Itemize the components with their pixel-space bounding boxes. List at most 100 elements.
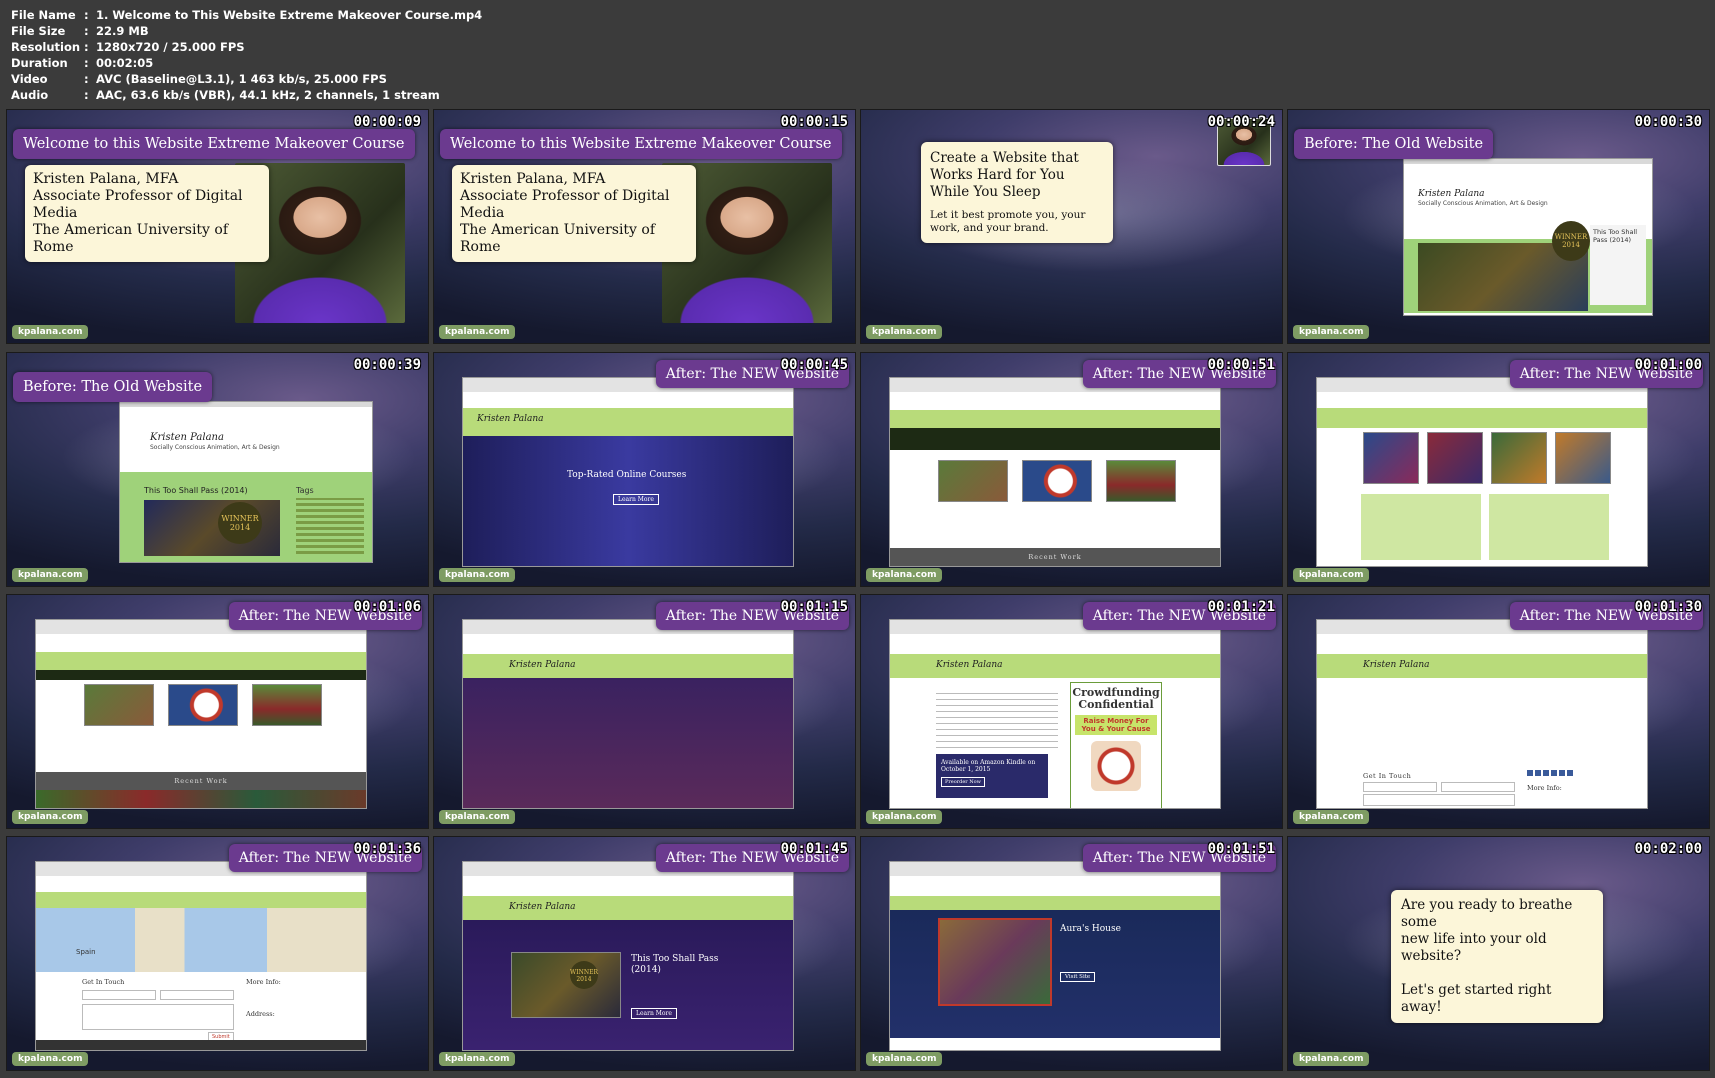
website-screenshot: Kristen Palana Socially Conscious Animat… [119,401,373,563]
project-image[interactable] [938,918,1052,1006]
timestamp: 00:01:15 [780,599,848,615]
watermark: kpalana.com [1293,325,1370,339]
thumbnail-grid: Welcome to this Website Extreme Makeover… [6,109,1710,1072]
frame-thumbnail[interactable]: Welcome to this Website Extreme Makeover… [6,109,429,344]
frame-thumbnail[interactable]: Recent Work After: The NEW Website 00:01… [6,594,429,829]
timestamp: 00:01:21 [1207,599,1275,615]
frame-thumbnail[interactable]: After: The NEW Website 00:01:00 kpalana.… [1287,352,1710,587]
info-row: Duration:00:02:05 [11,56,154,70]
watermark: kpalana.com [866,568,943,582]
site-subtitle: Socially Conscious Animation, Art & Desi… [150,444,280,451]
timestamp: 00:01:30 [1634,599,1702,615]
award-laurel: WINNER 2014 [570,961,598,989]
testimonial-card [1361,494,1481,560]
tag-cloud [296,498,364,554]
work-thumbnail[interactable] [938,460,1008,502]
frame-thumbnail[interactable]: Aura's House Visit Site After: The NEW W… [860,836,1283,1071]
contact-heading: Get In Touch [1363,772,1412,780]
promo-box: Available on Amazon Kindle on October 1,… [936,754,1048,798]
hero-title: Top-Rated Online Courses [567,470,687,480]
closing-card: Are you ready to breathe some new life i… [1391,890,1603,1023]
site-title: Kristen Palana [936,660,1003,670]
work-thumbnail[interactable] [1106,460,1176,502]
timestamp: 00:00:15 [780,114,848,130]
website-screenshot: Kristen Palana Get In Touch More Info: [1316,619,1648,809]
watermark: kpalana.com [12,568,89,582]
post-title: This Too Shall Pass (2014) [144,486,248,495]
timestamp: 00:02:00 [1634,841,1702,857]
site-subtitle: Socially Conscious Animation, Art & Desi… [1418,200,1548,207]
location-map[interactable] [36,908,366,972]
info-row: File Name:1. Welcome to This Website Ext… [11,8,483,22]
website-screenshot: Kristen Palana Socially Conscious Animat… [1403,158,1653,316]
website-screenshot: Recent Work [889,377,1221,567]
hero-section [463,678,793,808]
info-row: Audio: AAC, 63.6 kb/s (VBR), 44.1 kHz, 2 … [11,88,440,102]
contact-heading: Get In Touch [82,978,125,986]
name-input[interactable] [1363,782,1437,792]
book-cover[interactable] [1427,432,1483,484]
address-heading: Address: [246,1010,275,1018]
testimonial-card [1489,494,1609,560]
work-thumbnail[interactable] [1022,460,1092,502]
name-input[interactable] [82,990,156,1000]
message-input[interactable] [1363,794,1515,806]
work-thumbnail[interactable] [84,684,154,726]
preorder-button[interactable]: Preorder Now [941,777,985,787]
frame-thumbnail[interactable]: Kristen Palana Socially Conscious Animat… [6,352,429,587]
work-thumbnail[interactable] [168,684,238,726]
book-cover[interactable] [1491,432,1547,484]
website-screenshot: Recent Work [35,619,367,809]
message-input[interactable] [82,1004,234,1030]
work-thumbnail[interactable] [252,684,322,726]
more-info-heading: More Info: [246,978,281,986]
frame-thumbnail[interactable]: Kristen Palana Top-Rated Online Courses … [433,352,856,587]
award-laurel: WINNER 2014 [218,502,262,544]
hero-title: This Too Shall Pass (2014) [631,954,719,975]
article-text [936,688,1058,748]
frame-thumbnail[interactable]: Are you ready to breathe some new life i… [1287,836,1710,1071]
timestamp: 00:01:45 [780,841,848,857]
info-row: Video: AVC (Baseline@L3.1), 1 463 kb/s, 2… [11,72,387,86]
title-banner: Before: The Old Website [13,372,213,402]
info-row: Resolution:1280x720 / 25.000 FPS [11,40,245,54]
frame-thumbnail[interactable]: Welcome to this Website Extreme Makeover… [433,109,856,344]
site-title: Kristen Palana [1418,189,1485,199]
title-banner: Welcome to this Website Extreme Makeover… [440,129,842,159]
watermark: kpalana.com [12,810,89,824]
watermark: kpalana.com [12,1052,89,1066]
frame-thumbnail[interactable]: Spain Get In Touch Submit More Info: Add… [6,836,429,1071]
frame-thumbnail[interactable]: Kristen Palana WINNER 2014 This Too Shall… [433,836,856,1071]
learn-more-button[interactable]: Learn More [613,494,659,505]
visit-site-button[interactable]: Visit Site [1060,972,1096,982]
email-input[interactable] [1441,782,1515,792]
watermark: kpalana.com [439,325,516,339]
watermark: kpalana.com [866,810,943,824]
site-title: Kristen Palana [509,660,576,670]
website-screenshot: Kristen Palana [462,619,794,809]
book-cover[interactable] [1555,432,1611,484]
video-player[interactable]: WINNER 2014 [511,952,621,1018]
book-cover[interactable] [1363,432,1419,484]
frame-thumbnail[interactable]: Kristen Palana Get In Touch More Info: A… [1287,594,1710,829]
timestamp: 00:01:00 [1634,357,1702,373]
watermark: kpalana.com [866,325,943,339]
site-title: Kristen Palana [509,902,576,912]
timestamp: 00:00:30 [1634,114,1702,130]
hero-title: Aura's House [1060,924,1121,934]
book-cover: Crowdfunding Confidential Raise Money Fo… [1070,682,1162,808]
email-input[interactable] [160,990,234,1000]
frame-thumbnail[interactable]: Create a Website that Works Hard for You… [860,109,1283,344]
timestamp: 00:00:51 [1207,357,1275,373]
site-title: Kristen Palana [150,432,224,443]
learn-more-button[interactable]: Learn More [631,1008,677,1019]
frame-thumbnail[interactable]: Kristen Palana After: The NEW Website 00… [433,594,856,829]
frame-thumbnail[interactable]: Kristen Palana Available on Amazon Kindl… [860,594,1283,829]
website-screenshot: Kristen Palana WINNER 2014 This Too Shall… [462,861,794,1051]
frame-thumbnail[interactable]: Recent Work After: The NEW Website 00:00… [860,352,1283,587]
frame-thumbnail[interactable]: Kristen Palana Socially Conscious Animat… [1287,109,1710,344]
tags-heading: Tags [296,486,314,495]
timestamp: 00:01:06 [353,599,421,615]
gift-illustration [1091,741,1141,791]
social-icons[interactable] [1527,770,1575,776]
